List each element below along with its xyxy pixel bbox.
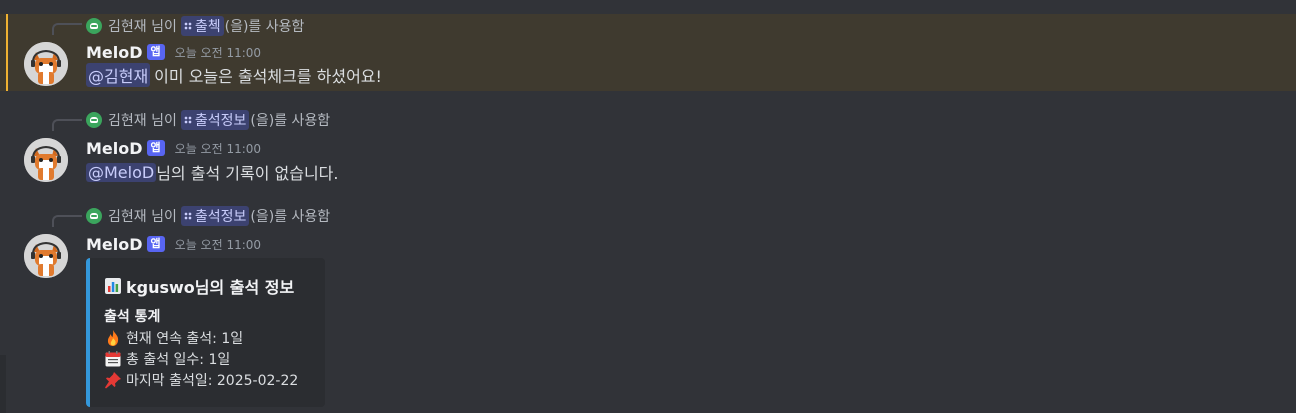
discord-icon — [86, 208, 102, 224]
app-badge: 앱 — [146, 236, 165, 252]
avatar[interactable] — [24, 138, 68, 182]
username[interactable]: MeloD — [86, 139, 143, 158]
command-chip[interactable]: 출석정보 — [180, 206, 250, 226]
message-header: MeloD 앱 오늘 오전 11:00 — [86, 138, 261, 158]
top-divider — [0, 0, 1296, 12]
pushpin-icon — [104, 371, 122, 389]
message-1[interactable]: 김현재 님이 출첵 (을)를 사용함 MeloD 앱 오늘 오전 11:00 @… — [0, 14, 1296, 91]
message-content: @김현재 이미 오늘은 출석체크를 하셨어요! — [86, 63, 382, 87]
timestamp[interactable]: 오늘 오전 11:00 — [175, 236, 261, 253]
cat-avatar-icon — [24, 234, 68, 278]
reply-context[interactable]: 김현재 님이 출석정보 (을)를 사용함 — [54, 110, 330, 130]
reply-context[interactable]: 김현재 님이 출첵 (을)를 사용함 — [54, 16, 304, 36]
reply-verb: 님이 — [151, 209, 177, 225]
embed-title: kguswo님의 출석 정보 — [104, 274, 294, 298]
user-mention[interactable]: @김현재 — [86, 63, 151, 87]
fire-icon — [104, 329, 122, 347]
embed-card: kguswo님의 출석 정보 출석 통계 현재 연속 출석: 1일 총 출석 일… — [86, 258, 325, 407]
message-content: @MeloD 님의 출석 기록이 없습니다. — [86, 160, 338, 184]
message-header: MeloD 앱 오늘 오전 11:00 — [86, 42, 261, 62]
slash-command-icon — [183, 116, 192, 124]
calendar-icon — [104, 350, 122, 368]
bar-chart-icon — [104, 277, 122, 295]
embed-line-total: 총 출석 일수: 1일 — [104, 349, 230, 369]
reply-context[interactable]: 김현재 님이 출석정보 (을)를 사용함 — [54, 206, 330, 226]
reply-user[interactable]: 김현재 — [108, 16, 147, 36]
avatar[interactable] — [24, 234, 68, 278]
message-2[interactable]: 김현재 님이 출석정보 (을)를 사용함 MeloD 앱 오늘 오전 11:00… — [0, 110, 1296, 190]
user-mention[interactable]: @MeloD — [86, 162, 157, 182]
last-date-text: 마지막 출석일: 2025-02-22 — [126, 373, 299, 389]
reply-suffix: (을)를 사용함 — [250, 113, 331, 129]
message-text: 이미 오늘은 출석체크를 하셨어요! — [154, 67, 382, 86]
command-chip[interactable]: 출석정보 — [180, 110, 250, 130]
username[interactable]: MeloD — [86, 43, 143, 62]
embed-line-last: 마지막 출석일: 2025-02-22 — [104, 370, 298, 390]
reply-suffix: (을)를 사용함 — [224, 19, 305, 35]
embed-field-name: 출석 통계 — [104, 309, 161, 325]
reply-user[interactable]: 김현재 — [108, 110, 147, 130]
discord-icon — [86, 18, 102, 34]
embed-line-streak: 현재 연속 출석: 1일 — [104, 328, 243, 348]
reply-verb: 님이 — [151, 19, 177, 35]
username[interactable]: MeloD — [86, 235, 143, 254]
cat-avatar-icon — [24, 42, 68, 86]
slash-command-icon — [183, 22, 192, 30]
streak-text: 현재 연속 출석: 1일 — [126, 331, 244, 347]
app-badge: 앱 — [146, 140, 165, 156]
message-text: 님의 출석 기록이 없습니다. — [156, 164, 339, 183]
slash-command-icon — [183, 212, 192, 220]
app-badge: 앱 — [146, 44, 165, 60]
command-name: 출석정보 — [194, 209, 247, 225]
chat-view: 김현재 님이 출첵 (을)를 사용함 MeloD 앱 오늘 오전 11:00 @… — [0, 0, 1296, 413]
reply-verb: 님이 — [151, 113, 177, 129]
reply-suffix: (을)를 사용함 — [250, 209, 331, 225]
discord-icon — [86, 112, 102, 128]
cat-avatar-icon — [24, 138, 68, 182]
total-text: 총 출석 일수: 1일 — [126, 352, 231, 368]
reply-user[interactable]: 김현재 — [108, 206, 147, 226]
timestamp[interactable]: 오늘 오전 11:00 — [175, 140, 261, 157]
message-header: MeloD 앱 오늘 오전 11:00 — [86, 234, 261, 254]
command-name: 출첵 — [194, 19, 221, 35]
command-name: 출석정보 — [194, 113, 247, 129]
command-chip[interactable]: 출첵 — [180, 16, 224, 36]
timestamp[interactable]: 오늘 오전 11:00 — [175, 44, 261, 61]
avatar[interactable] — [24, 42, 68, 86]
embed-title-text: kguswo님의 출석 정보 — [126, 278, 295, 297]
